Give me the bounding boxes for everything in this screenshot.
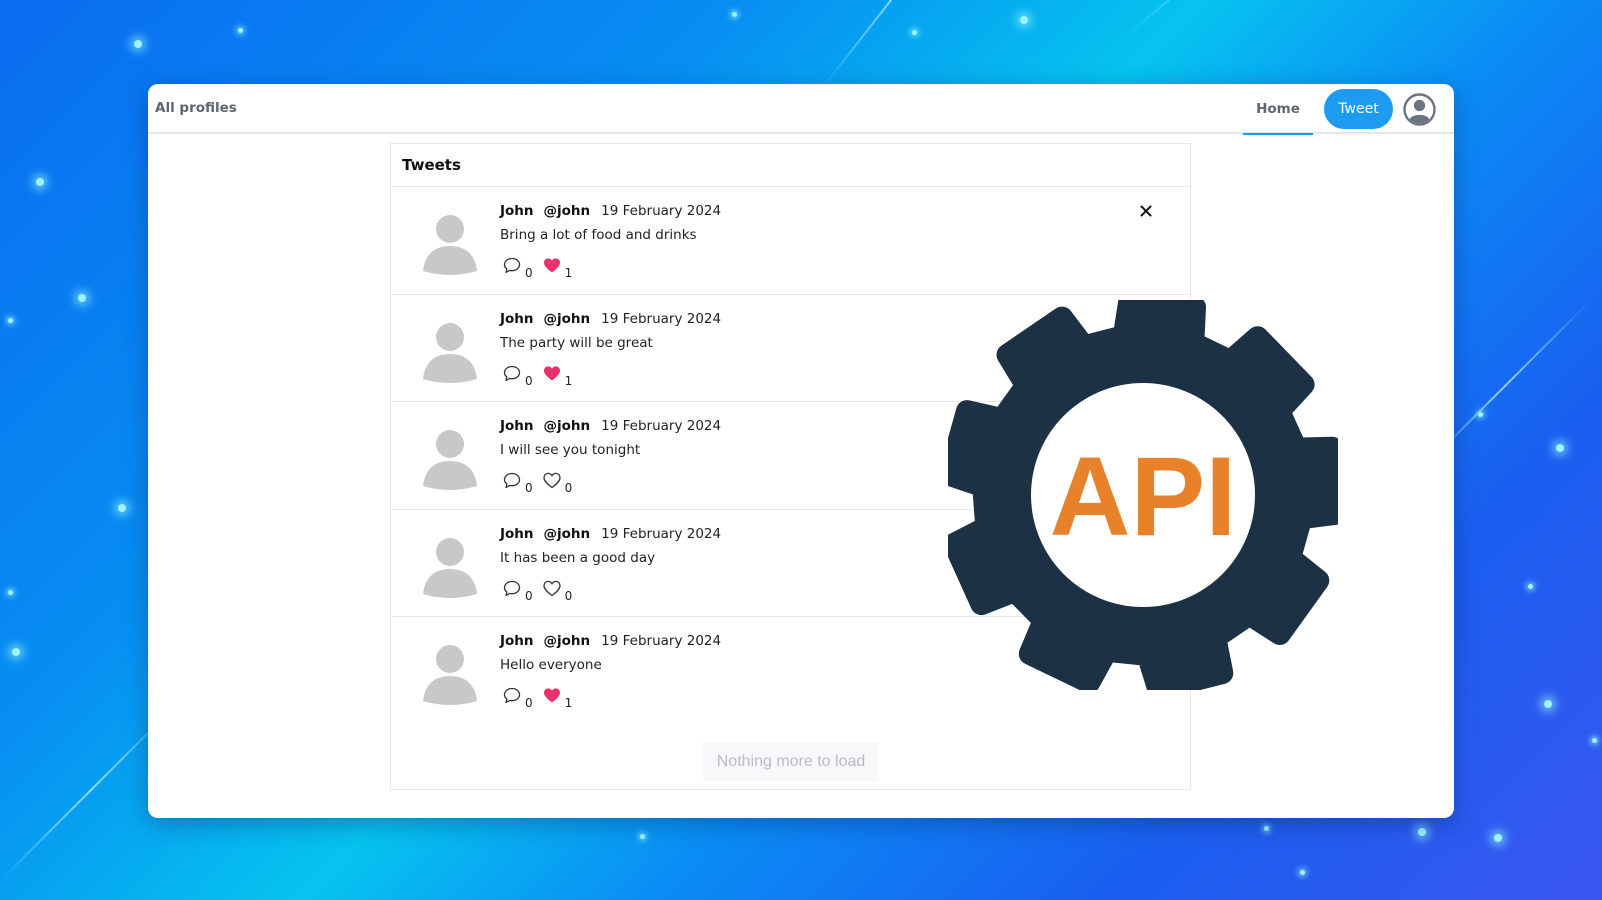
tweet-text: The party will be great [500, 334, 653, 351]
load-more-button[interactable]: Nothing more to load [703, 742, 879, 781]
api-gear-logo: API [938, 289, 1349, 701]
heart-filled-icon [543, 257, 561, 279]
like-count: 0 [564, 588, 573, 603]
tweet-header: John @john 19 February 2024 [500, 203, 721, 219]
like-count: 1 [564, 266, 573, 280]
comment-button[interactable]: 0 [503, 472, 533, 494]
tweet-date: 19 February 2024 [601, 633, 722, 649]
all-profiles-link[interactable]: All profiles [155, 100, 237, 116]
tweet-header: John @john 19 February 2024 [500, 526, 721, 542]
tweet-author-name[interactable]: John [500, 526, 534, 542]
comment-count: 0 [525, 373, 533, 388]
tweet-author-handle[interactable]: @john [544, 311, 591, 327]
tweet-actions: 01 [503, 257, 582, 279]
comment-icon [503, 580, 521, 602]
tweet-author-name[interactable]: John [500, 311, 534, 327]
heart-outline-icon [542, 472, 561, 494]
like-button[interactable]: 1 [543, 365, 573, 388]
like-button[interactable]: 0 [542, 580, 573, 603]
tweet-author-handle[interactable]: @john [544, 526, 591, 542]
default-avatar-icon[interactable] [421, 639, 479, 705]
comment-button[interactable]: 0 [503, 580, 533, 602]
like-count: 1 [564, 696, 573, 710]
comment-button[interactable]: 0 [503, 365, 533, 387]
tweet-row: John @john 19 February 2024 Bring a lot of … [391, 187, 1190, 295]
comment-icon [503, 257, 521, 279]
delete-tweet-close-icon[interactable] [1138, 203, 1154, 219]
comment-button[interactable]: 0 [503, 687, 533, 709]
tweet-author-handle[interactable]: @john [544, 203, 591, 219]
tweet-date: 19 February 2024 [601, 418, 722, 434]
default-avatar-icon[interactable] [421, 424, 479, 490]
tweet-actions: 01 [503, 687, 582, 709]
tweet-text: It has been a good day [500, 549, 656, 566]
like-button[interactable]: 1 [543, 257, 573, 280]
comment-count: 0 [525, 481, 533, 495]
tweet-header: John @john 19 February 2024 [500, 311, 721, 327]
tweet-author-name[interactable]: John [500, 418, 534, 434]
tweet-date: 19 February 2024 [601, 525, 722, 542]
tweet-date: 19 February 2024 [601, 310, 722, 327]
tweet-header: John @john 19 February 2024 [500, 633, 721, 649]
like-button[interactable]: 1 [543, 687, 573, 710]
tweet-text: Hello everyone [500, 657, 602, 673]
tweet-text: I will see you tonight [500, 442, 641, 458]
heart-outline-icon [542, 580, 561, 602]
default-avatar-icon[interactable] [421, 209, 479, 275]
tweet-actions: 01 [503, 365, 582, 387]
tweet-button[interactable]: Tweet [1324, 89, 1393, 129]
user-circle-icon[interactable] [1403, 92, 1436, 126]
comment-button[interactable]: 0 [503, 257, 533, 279]
comment-icon [503, 687, 521, 709]
nav-right: Home Tweet [1243, 84, 1436, 135]
comment-icon [503, 365, 521, 387]
tweet-author-handle[interactable]: @john [544, 633, 591, 649]
like-count: 1 [564, 373, 573, 388]
like-button[interactable]: 0 [542, 472, 573, 495]
default-avatar-icon[interactable] [421, 532, 479, 598]
comment-count: 0 [525, 266, 533, 280]
heart-filled-icon [543, 365, 561, 387]
tweet-author-name[interactable]: John [500, 203, 534, 219]
default-avatar-icon[interactable] [421, 317, 479, 383]
comment-count: 0 [525, 588, 533, 603]
api-logo-text: API [1050, 434, 1237, 559]
comment-count: 0 [525, 696, 533, 710]
tweet-date: 19 February 2024 [601, 203, 722, 219]
tweet-author-name[interactable]: John [500, 633, 534, 649]
navbar: All profiles Home Tweet [148, 84, 1454, 135]
tweet-actions: 00 [503, 472, 582, 494]
comment-icon [503, 472, 521, 494]
feed-title: Tweets [391, 144, 1190, 187]
home-tab[interactable]: Home [1243, 85, 1313, 135]
tweet-header: John @john 19 February 2024 [500, 418, 721, 434]
heart-filled-icon [543, 687, 561, 709]
tweet-text: Bring a lot of food and drinks [500, 227, 697, 243]
tweet-actions: 00 [503, 580, 582, 602]
like-count: 0 [564, 481, 573, 495]
tweet-author-handle[interactable]: @john [544, 418, 591, 434]
